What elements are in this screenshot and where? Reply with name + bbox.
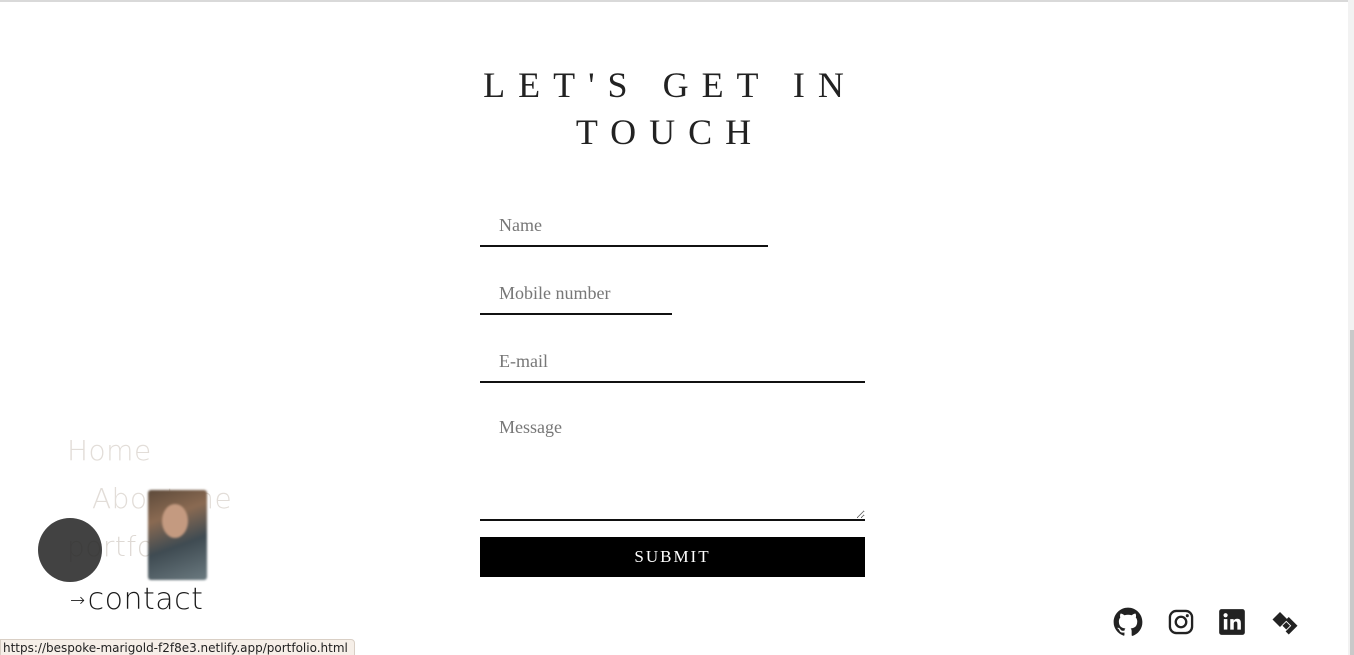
arrow-right-icon: → bbox=[70, 590, 86, 611]
scrollbar[interactable] bbox=[1348, 0, 1354, 655]
email-field[interactable] bbox=[480, 341, 865, 383]
github-icon[interactable] bbox=[1112, 606, 1144, 638]
nav-link-home[interactable]: Home bbox=[67, 434, 152, 467]
page-title: LET'S GET IN TOUCH bbox=[440, 62, 900, 156]
top-divider bbox=[0, 0, 1354, 2]
portfolio-hover-photo bbox=[148, 490, 207, 580]
instagram-icon[interactable] bbox=[1165, 606, 1197, 638]
nav-link-contact[interactable]: →contact bbox=[70, 582, 203, 617]
scrollbar-thumb[interactable] bbox=[1350, 330, 1354, 655]
linkedin-icon[interactable] bbox=[1216, 606, 1248, 638]
diamond-logo-icon[interactable] bbox=[1269, 606, 1301, 638]
name-field[interactable] bbox=[480, 205, 768, 247]
page-title-line-2: TOUCH bbox=[575, 112, 765, 152]
submit-button[interactable]: SUBMIT bbox=[480, 537, 865, 577]
mobile-number-field[interactable] bbox=[480, 273, 672, 315]
custom-cursor bbox=[38, 518, 102, 582]
status-bar-url: https://bespoke-marigold-f2f8e3.netlify.… bbox=[0, 639, 355, 655]
page-title-line-1: LET'S GET IN bbox=[483, 65, 857, 105]
photo-subject bbox=[162, 504, 188, 538]
nav-link-contact-label: contact bbox=[87, 582, 204, 617]
message-field[interactable] bbox=[480, 409, 865, 521]
